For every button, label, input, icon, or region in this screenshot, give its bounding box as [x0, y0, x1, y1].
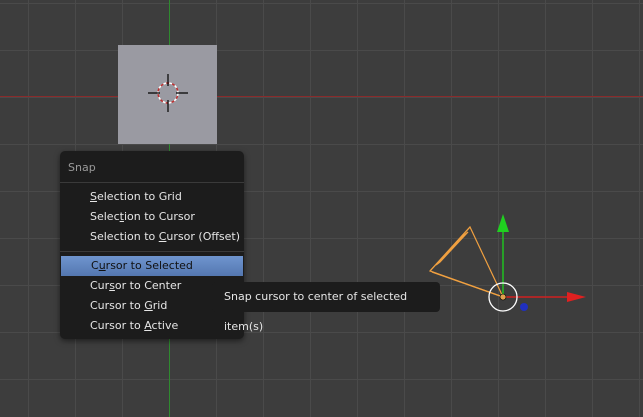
camera-object[interactable] — [428, 225, 505, 299]
transform-gizmo[interactable] — [488, 214, 586, 312]
menu-separator — [60, 251, 244, 252]
menu-item-selection-to-cursor-offset[interactable]: Selection to Cursor (Offset) — [60, 227, 244, 247]
menu-item-cursor-to-selected[interactable]: Cursor to Selected — [61, 256, 243, 276]
z-handle-icon — [520, 303, 528, 311]
tooltip: Snap cursor to center of selected item(s… — [212, 282, 440, 333]
menu-item-selection-to-cursor[interactable]: Selection to Cursor — [60, 207, 244, 227]
x-arrow-icon — [567, 292, 586, 302]
object-origin-icon — [499, 293, 507, 301]
3d-cursor-icon[interactable] — [148, 74, 188, 112]
menu-item-selection-to-grid[interactable]: Selection to Grid — [60, 187, 244, 207]
menu-title: Snap — [68, 161, 96, 174]
menu-item-cursor-to-active[interactable]: Cursor to Active — [60, 316, 244, 336]
y-arrow-icon — [497, 214, 509, 232]
menu-separator — [60, 182, 244, 183]
